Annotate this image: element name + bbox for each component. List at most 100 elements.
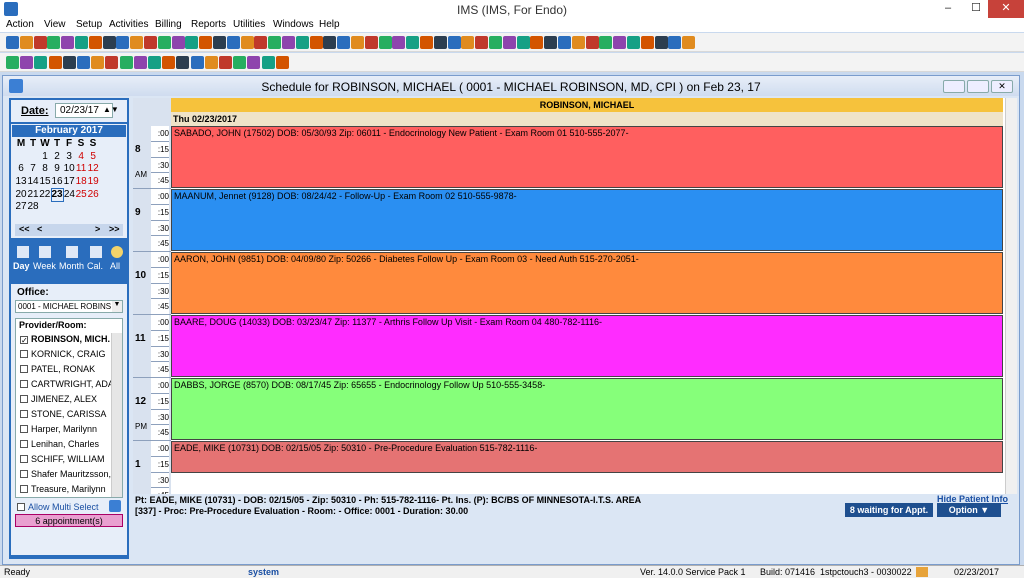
toolbar-icon[interactable] bbox=[364, 36, 378, 49]
provider-item[interactable]: SCHIFF, WILLIAM bbox=[20, 453, 114, 466]
toolbar-icon[interactable] bbox=[613, 36, 627, 49]
prev-day-button[interactable]: < bbox=[37, 224, 42, 234]
toolbar-icon[interactable] bbox=[47, 36, 61, 49]
provider-item[interactable]: ✓ ROBINSON, MICH. bbox=[20, 333, 114, 346]
calendar-day[interactable]: 6 bbox=[15, 163, 27, 176]
toolbar-icon[interactable] bbox=[420, 36, 433, 49]
calendar-day[interactable]: 10 bbox=[63, 163, 75, 176]
toolbar-icon[interactable] bbox=[378, 36, 392, 49]
toolbar-icon[interactable] bbox=[516, 36, 530, 49]
calendar-day[interactable]: 18 bbox=[75, 176, 87, 189]
toolbar-icon[interactable] bbox=[295, 36, 309, 49]
toolbar-icon[interactable] bbox=[247, 56, 261, 69]
provider-item[interactable]: STONE, CARISSA bbox=[20, 408, 114, 421]
toolbar-icon[interactable] bbox=[33, 36, 47, 49]
toolbar-icon[interactable] bbox=[157, 36, 171, 49]
toolbar-icon[interactable] bbox=[268, 36, 282, 49]
toolbar-icon[interactable] bbox=[48, 56, 62, 69]
option-button[interactable]: Option ▼ bbox=[937, 503, 1001, 517]
toolbar-icon[interactable] bbox=[6, 36, 19, 49]
calendar-day[interactable]: 2 bbox=[51, 151, 63, 164]
calendar-day[interactable]: 12 bbox=[87, 163, 99, 176]
provider-checkbox[interactable] bbox=[20, 425, 28, 433]
appointment-block[interactable]: BAARE, DOUG (14033) DOB: 03/23/47 Zip: 1… bbox=[171, 315, 1003, 377]
toolbar-icon[interactable] bbox=[91, 56, 105, 69]
toolbar-icon[interactable] bbox=[61, 36, 75, 49]
toolbar-icon[interactable] bbox=[171, 36, 185, 49]
toolbar-icon[interactable] bbox=[351, 36, 364, 49]
provider-checkbox[interactable] bbox=[20, 485, 28, 493]
child-restore-button[interactable] bbox=[967, 80, 989, 93]
toolbar-icon[interactable] bbox=[75, 36, 88, 49]
toolbar-icon[interactable] bbox=[204, 56, 218, 69]
toolbar-icon[interactable] bbox=[6, 56, 19, 69]
menu-reports[interactable]: Reports bbox=[191, 19, 226, 30]
calendar-day[interactable]: 21 bbox=[27, 188, 39, 201]
toolbar-icon[interactable] bbox=[62, 56, 76, 69]
toolbar-icon[interactable] bbox=[240, 36, 254, 49]
toolbar-icon[interactable] bbox=[34, 56, 48, 69]
calendar-day[interactable]: 19 bbox=[87, 176, 99, 189]
toolbar-icon[interactable] bbox=[133, 56, 147, 69]
toolbar-icon[interactable] bbox=[19, 36, 33, 49]
menu-activities[interactable]: Activities bbox=[109, 19, 148, 30]
calendar-day[interactable]: 28 bbox=[27, 201, 39, 214]
provider-checkbox[interactable] bbox=[20, 395, 28, 403]
appointment-block[interactable]: DABBS, JORGE (8570) DOB: 08/17/45 Zip: 6… bbox=[171, 378, 1003, 440]
toolbar-icon[interactable] bbox=[433, 36, 447, 49]
calendar-day[interactable]: 15 bbox=[39, 176, 51, 189]
allow-multi-select-checkbox[interactable]: Allow Multi Select bbox=[17, 502, 99, 512]
toolbar-icon[interactable] bbox=[102, 36, 116, 49]
menu-help[interactable]: Help bbox=[319, 19, 340, 30]
menu-view[interactable]: View bbox=[44, 19, 66, 30]
next-day-button[interactable]: > bbox=[95, 224, 100, 234]
toolbar-icon[interactable] bbox=[447, 36, 461, 49]
provider-item[interactable]: JIMENEZ, ALEX bbox=[20, 393, 114, 406]
toolbar-icon[interactable] bbox=[162, 56, 176, 69]
toolbar-icon[interactable] bbox=[105, 56, 119, 69]
provider-item[interactable]: Harper, Marilynn bbox=[20, 423, 114, 436]
toolbar-icon[interactable] bbox=[185, 36, 199, 49]
toolbar-icon[interactable] bbox=[119, 56, 133, 69]
toolbar-icon[interactable] bbox=[226, 36, 240, 49]
toolbar-icon[interactable] bbox=[640, 36, 654, 49]
toolbar-icon[interactable] bbox=[502, 36, 516, 49]
appointment-block[interactable]: EADE, MIKE (10731) DOB: 02/15/05 Zip: 50… bbox=[171, 441, 1003, 473]
calendar-day[interactable]: 13 bbox=[15, 176, 27, 189]
calendar-day[interactable]: 8 bbox=[39, 163, 51, 176]
provider-item[interactable]: CARTWRIGHT, ADAM bbox=[20, 378, 114, 391]
provider-checkbox[interactable] bbox=[20, 350, 28, 358]
calendar-day[interactable]: 1 bbox=[39, 151, 51, 164]
toolbar-icon[interactable] bbox=[116, 36, 130, 49]
toolbar-icon[interactable] bbox=[176, 56, 190, 69]
provider-checkbox[interactable] bbox=[20, 365, 28, 373]
next-month-button[interactable]: >> bbox=[109, 224, 120, 234]
toolbar-icon[interactable] bbox=[219, 56, 232, 69]
toolbar-icon[interactable] bbox=[148, 56, 161, 69]
provider-item[interactable]: KORNICK, CRAIG bbox=[20, 348, 114, 361]
menu-billing[interactable]: Billing bbox=[155, 19, 182, 30]
toolbar-icon[interactable] bbox=[213, 36, 226, 49]
toolbar-icon[interactable] bbox=[144, 36, 157, 49]
toolbar-icon[interactable] bbox=[199, 36, 213, 49]
toolbar-icon[interactable] bbox=[20, 56, 34, 69]
provider-item[interactable]: Shafer Mauritzsson, Ja bbox=[20, 468, 114, 481]
toolbar-icon[interactable] bbox=[261, 56, 275, 69]
toolbar-icon[interactable] bbox=[571, 36, 585, 49]
calendar-day[interactable]: 25 bbox=[75, 188, 87, 201]
provider-checkbox[interactable] bbox=[20, 440, 28, 448]
edit-icon[interactable] bbox=[109, 500, 121, 512]
close-button[interactable]: ✕ bbox=[988, 0, 1024, 18]
toolbar-icon[interactable] bbox=[530, 36, 544, 49]
waiting-for-appt-button[interactable]: 8 waiting for Appt. bbox=[845, 503, 933, 517]
child-minimize-button[interactable] bbox=[943, 80, 965, 93]
calendar-day[interactable]: 14 bbox=[27, 176, 39, 189]
calendar-day[interactable]: 11 bbox=[75, 163, 87, 176]
calendar-day[interactable]: 9 bbox=[51, 163, 63, 176]
provider-item[interactable]: Lenihan, Charles bbox=[20, 438, 114, 451]
toolbar-icon[interactable] bbox=[682, 36, 696, 49]
appointment-block[interactable]: AARON, JOHN (9851) DOB: 04/09/80 Zip: 50… bbox=[171, 252, 1003, 314]
toolbar-icon[interactable] bbox=[130, 36, 144, 49]
provider-scrollbar[interactable] bbox=[111, 333, 122, 497]
calendar-day[interactable]: 4 bbox=[75, 151, 87, 164]
